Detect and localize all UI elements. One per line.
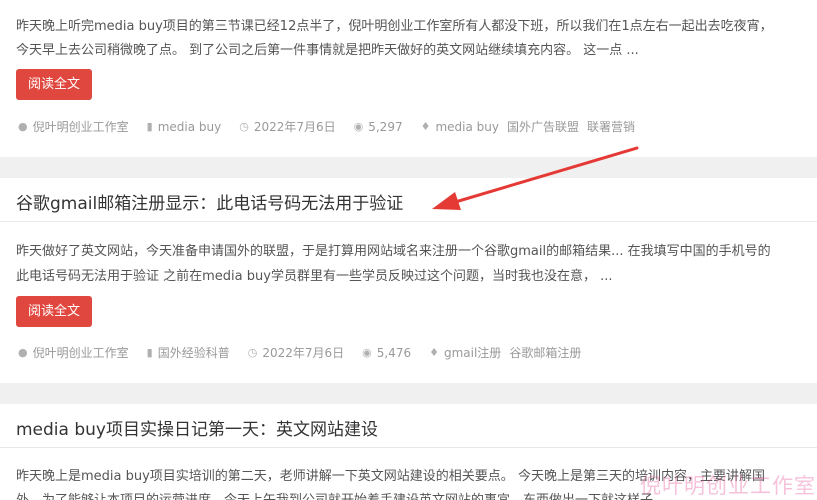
arrow-shaft bbox=[450, 146, 639, 205]
watermark: 倪叶明创业工作室 bbox=[640, 474, 816, 498]
arrow-head bbox=[432, 192, 461, 210]
annotation-arrow bbox=[432, 146, 639, 210]
